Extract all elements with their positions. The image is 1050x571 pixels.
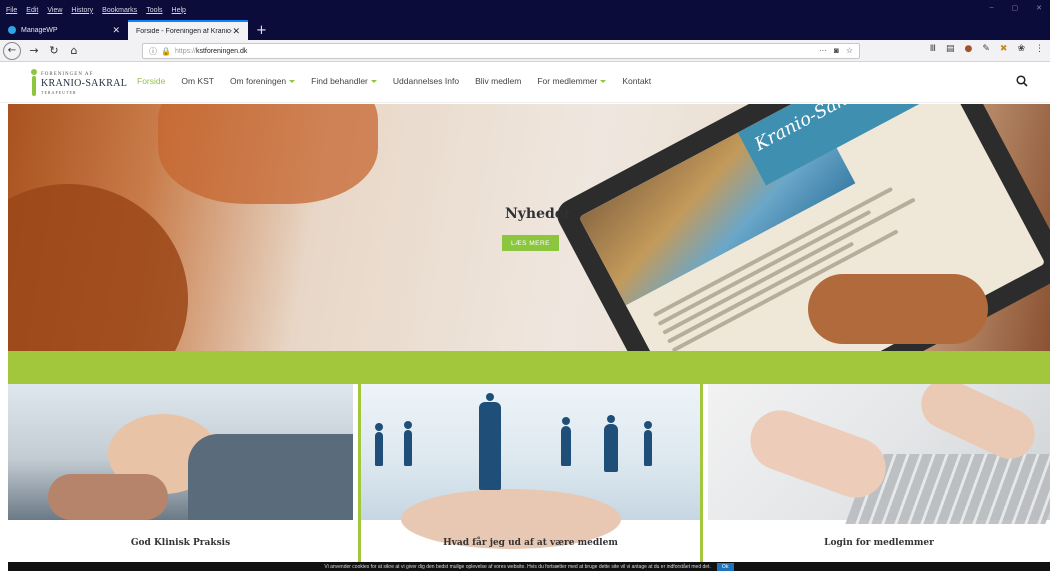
nav-uddannelses-info[interactable]: Uddannelses Info [393,76,459,86]
card-image-keyboard [708,384,1050,524]
card-image-baby [8,384,353,520]
cookie-ok-button[interactable]: Ok [716,562,734,571]
url-actions: ··· ◙ ☆ [819,46,853,55]
logo-line1: FORENINGEN AF [41,72,94,77]
card-title: Login for medlemmer [824,538,934,548]
browser-navbar: ← → ↻ ⌂ ⓘ 🔒 https://kstforeningen.dk ···… [0,40,1050,62]
nav-bliv-medlem[interactable]: Bliv medlem [475,76,521,86]
back-button[interactable]: ← [3,41,21,60]
menu-history[interactable]: History [71,7,93,14]
nav-kontakt[interactable]: Kontakt [622,76,651,86]
tools-icon[interactable]: ✖ [1000,44,1008,54]
nav-label: Om foreningen [229,76,287,86]
card-image-people [361,384,700,549]
pocket-icon[interactable]: ◙ [834,46,839,55]
info-icon[interactable]: ⓘ [149,46,157,57]
reload-button[interactable]: ↻ [44,41,64,61]
nav-label: Om KST [181,76,214,86]
url-scheme: https:// [174,47,196,55]
nav-label: Kontakt [622,76,652,86]
arrow-right-icon: → [29,44,39,57]
card-title: Hvad får jeg ud af at være medlem [443,538,618,548]
browser-tabbar: ManageWP ✕ Forside - Foreningen af Krani… [0,20,1050,40]
logo-line3: TERAPEUTER [41,90,77,95]
green-divider-bar [8,351,1050,384]
tab-label: Forside - Foreningen af Kranio-Sak [136,27,232,35]
site-header: FORENINGEN AF KRANIO-SAKRAL TERAPEUTER F… [0,63,1050,103]
managewp-favicon-icon [8,26,16,34]
bookmark-star-icon[interactable]: ☆ [846,46,853,55]
close-tab-icon[interactable]: ✕ [232,26,240,37]
tab-forside[interactable]: Forside - Foreningen af Kranio-Sak ✕ [128,20,248,40]
logo-line2: KRANIO-SAKRAL [41,78,128,89]
home-icon: ⌂ [70,44,78,57]
caret-down-icon [370,79,377,83]
nav-find-behandler[interactable]: Find behandler [311,76,377,86]
url-host: kstforeningen.dk [195,47,248,55]
browser-menubar: File Edit View History Bookmarks Tools H… [0,0,1050,20]
menu-file[interactable]: File [6,7,17,14]
more-icon[interactable]: ⋮ [1035,44,1044,54]
card-title: God Klinisk Praksis [130,538,231,548]
library-icon[interactable]: Ⅲ [930,44,936,54]
nav-label: Bliv medlem [475,76,522,86]
reload-icon: ↻ [49,44,59,57]
tab-label: ManageWP [21,26,58,34]
card-medlem[interactable]: Hvad får jeg ud af at være medlem [358,384,703,562]
sidebar-icon[interactable]: ▤ [946,44,955,54]
arrow-left-icon: ← [7,45,17,56]
menu-edit[interactable]: Edit [26,7,38,14]
nav-label: For medlemmer [537,76,598,86]
tab-managewp[interactable]: ManageWP ✕ [0,20,128,40]
caret-down-icon [600,79,607,83]
nav-for-medlemmer[interactable]: For medlemmer [537,76,607,86]
main-nav: Forside Om KST Om foreningen Find behand… [137,76,651,86]
close-window-button[interactable]: ✕ [1036,4,1042,12]
forward-button[interactable]: → [24,41,44,61]
card-god-klinisk-praksis[interactable]: God Klinisk Praksis [8,384,353,562]
addon-icon[interactable]: ❀ [1017,44,1025,54]
hero-banner: Kranio-Sakral Terapi [8,104,1050,351]
menu-tools[interactable]: Tools [146,7,162,14]
card-login[interactable]: Login for medlemmer [708,384,1050,562]
cookie-text: Vi anvender cookies for at sikre at vi g… [324,563,711,570]
minimize-button[interactable]: – [990,4,994,12]
hero-title: Nyheder [504,206,572,222]
menu-help[interactable]: Help [172,7,186,14]
search-icon[interactable] [1016,75,1028,87]
pen-icon[interactable]: ✎ [982,44,990,54]
close-tab-icon[interactable]: ✕ [112,25,120,36]
logo-figure-icon [30,69,38,97]
menu-bookmarks[interactable]: Bookmarks [102,7,137,14]
url-bar[interactable]: ⓘ 🔒 https://kstforeningen.dk ··· ◙ ☆ [142,43,860,59]
hero-hand-image [158,104,378,204]
new-tab-button[interactable]: + [248,20,275,40]
window-controls: – ▢ ✕ [990,4,1042,12]
menu-view[interactable]: View [47,7,62,14]
maximize-button[interactable]: ▢ [1012,4,1019,12]
nav-label: Find behandler [311,76,368,86]
nav-label: Uddannelses Info [392,76,460,86]
read-more-button[interactable]: LÆS MERE [502,235,559,251]
nav-forside[interactable]: Forside [137,76,165,86]
hero-finger-image [808,274,988,344]
extension-icon[interactable]: ● [965,44,973,54]
caret-down-icon [289,79,296,83]
toolbar-icons: Ⅲ ▤ ● ✎ ✖ ❀ ⋮ [930,44,1044,54]
cookie-banner: Vi anvender cookies for at sikre at vi g… [8,562,1050,571]
nav-label: Forside [137,76,166,86]
nav-om-kst[interactable]: Om KST [181,76,214,86]
lock-icon: 🔒 [161,46,171,56]
site-logo[interactable]: FORENINGEN AF KRANIO-SAKRAL TERAPEUTER [30,69,128,97]
nav-om-foreningen[interactable]: Om foreningen [229,76,296,86]
page-actions-icon[interactable]: ··· [819,46,827,55]
home-button[interactable]: ⌂ [64,41,84,61]
